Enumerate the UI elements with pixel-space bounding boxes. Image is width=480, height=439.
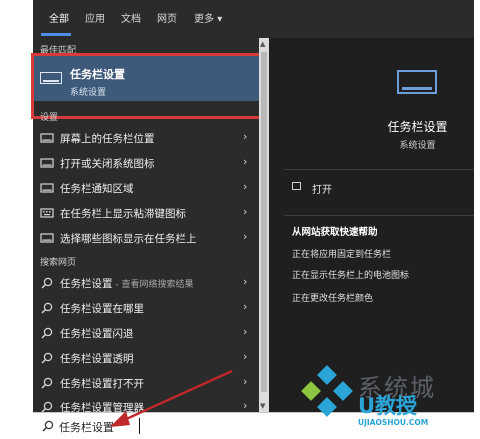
settings-item[interactable]: 选择哪些图标显示在任务栏上 › <box>33 226 259 250</box>
search-icon <box>41 277 53 289</box>
preview-pane: 任务栏设置 系统设置 打开 从网站获取快速帮助 正在将应用固定到任务栏 正在显示… <box>276 38 474 412</box>
scrollbar-thumb[interactable] <box>261 52 267 392</box>
web-result-hint: - 查看网络搜索结果 <box>112 280 194 290</box>
web-help-heading: 从网站获取快速帮助 <box>292 227 378 238</box>
scroll-down-arrow-icon[interactable]: ▼ <box>260 402 265 410</box>
tab-more-label: 更多 <box>194 14 214 25</box>
chevron-right-icon[interactable]: › <box>243 275 247 288</box>
settings-item-label: 任务栏通知区域 <box>60 183 134 195</box>
taskbar-icon <box>40 133 54 143</box>
taskbar-icon <box>40 233 54 243</box>
preview-subtitle: 系统设置 <box>399 141 436 151</box>
web-result-text: 任务栏设置 <box>60 278 113 290</box>
chevron-right-icon[interactable]: › <box>243 350 247 363</box>
settings-item-label: 屏幕上的任务栏位置 <box>60 133 155 145</box>
web-result-item[interactable]: 任务栏设置 - 查看网络搜索结果 › <box>33 271 259 295</box>
highlight-frame <box>31 53 267 119</box>
web-result-label: 任务栏设置在哪里 <box>60 303 144 315</box>
web-result-item[interactable]: 任务栏设置闪退 › <box>33 321 259 345</box>
tab-all[interactable]: 全部 <box>49 10 69 25</box>
search-icon <box>42 420 54 432</box>
chevron-right-icon[interactable]: › <box>243 375 247 388</box>
tab-web[interactable]: 网页 <box>157 10 177 25</box>
search-icon <box>41 377 53 389</box>
tab-more[interactable]: 更多 ▾ <box>194 10 222 25</box>
web-result-label: 任务栏设置闪退 <box>60 328 134 340</box>
web-help-link[interactable]: 正在更改任务栏颜色 <box>292 291 373 304</box>
start-search-panel: 全部 应用 文档 网页 更多 ▾ 最佳匹配 任务栏设置 系统设置 设置 屏幕上的… <box>31 0 474 414</box>
taskbar-icon <box>40 183 54 193</box>
divider <box>284 169 474 170</box>
settings-heading: 设置 <box>40 113 59 123</box>
results-scrollbar[interactable]: ▲ ▼ <box>259 38 269 412</box>
chevron-right-icon[interactable]: › <box>243 230 247 243</box>
web-result-item[interactable]: 任务栏设置在哪里 › <box>33 296 259 320</box>
scroll-up-arrow-icon[interactable]: ▲ <box>260 40 265 48</box>
web-search-heading: 搜索网页 <box>40 258 77 268</box>
search-icon <box>41 352 53 364</box>
web-result-label: 任务栏设置 - 查看网络搜索结果 <box>60 276 193 291</box>
results-list: 最佳匹配 任务栏设置 系统设置 设置 屏幕上的任务栏位置 › 打开或关闭系统图标… <box>31 38 267 414</box>
chevron-down-icon: ▾ <box>217 14 223 25</box>
desktop-edge-left <box>0 0 33 439</box>
tab-documents[interactable]: 文档 <box>121 10 141 25</box>
taskbar-icon <box>397 70 437 94</box>
chevron-right-icon[interactable]: › <box>243 155 247 168</box>
tab-apps[interactable]: 应用 <box>85 10 105 25</box>
watermark-logo <box>301 365 353 417</box>
settings-item[interactable]: 打开或关闭系统图标 › <box>33 151 259 175</box>
chevron-right-icon[interactable]: › <box>243 325 247 338</box>
taskbar-icon <box>40 158 54 168</box>
settings-item-label: 选择哪些图标显示在任务栏上 <box>60 233 197 245</box>
screenshot: 全部 应用 文档 网页 更多 ▾ 最佳匹配 任务栏设置 系统设置 设置 屏幕上的… <box>0 0 480 439</box>
chevron-right-icon[interactable]: › <box>243 300 247 313</box>
settings-item-label: 在任务栏上显示粘滞键图标 <box>60 208 186 220</box>
annotation-arrow <box>110 369 233 427</box>
settings-item[interactable]: 任务栏通知区域 › <box>33 176 259 200</box>
open-action-label: 打开 <box>312 185 332 196</box>
search-icon <box>41 327 53 339</box>
web-result-label: 任务栏设置透明 <box>60 353 134 365</box>
settings-item[interactable]: 屏幕上的任务栏位置 › <box>33 126 259 150</box>
watermark-brand: U教授 <box>358 394 418 418</box>
divider <box>284 215 474 216</box>
settings-item-label: 打开或关闭系统图标 <box>60 158 155 170</box>
search-filter-tabs: 全部 应用 文档 网页 更多 ▾ <box>33 0 474 38</box>
preview-title: 任务栏设置 <box>387 120 448 134</box>
settings-item[interactable]: 在任务栏上显示粘滞键图标 › <box>33 201 259 225</box>
web-help-link[interactable]: 正在将应用固定到任务栏 <box>292 247 391 260</box>
watermark: 系统城 U教授 UJIAOSHOU.COM <box>296 360 480 439</box>
chevron-right-icon[interactable]: › <box>243 399 247 412</box>
best-match-item[interactable]: 任务栏设置 系统设置 <box>31 53 267 119</box>
keyboard-icon <box>40 208 54 218</box>
search-icon <box>41 302 53 314</box>
watermark-url: UJIAOSHOU.COM <box>358 418 429 427</box>
web-help-link[interactable]: 正在显示任务栏上的电池图标 <box>292 268 409 281</box>
chevron-right-icon[interactable]: › <box>243 205 247 218</box>
chevron-right-icon[interactable]: › <box>243 130 247 143</box>
open-icon <box>292 182 301 190</box>
chevron-right-icon[interactable]: › <box>243 180 247 193</box>
active-tab-indicator <box>41 33 71 36</box>
